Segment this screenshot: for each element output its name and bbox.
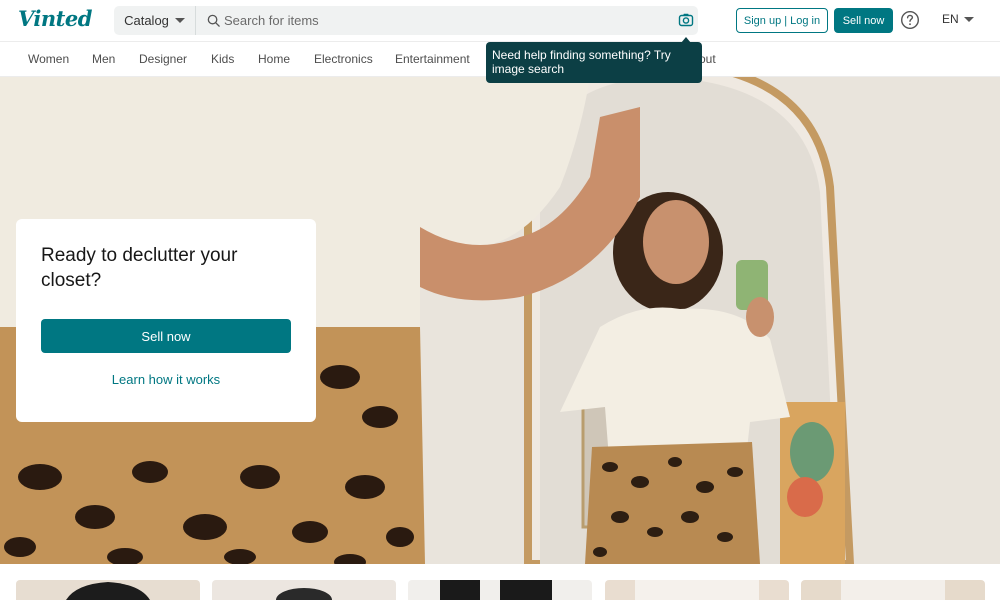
learn-how-it-works-link[interactable]: Learn how it works	[41, 372, 291, 387]
nav-item-kids[interactable]: Kids	[211, 52, 234, 66]
item-image	[841, 580, 945, 600]
search-bar: Catalog	[114, 6, 698, 35]
item-image	[440, 580, 552, 600]
nav-item-electronics[interactable]: Electronics	[314, 52, 373, 66]
search-icon	[207, 14, 220, 27]
header: Vinted Catalog Sign up | Log in Sell now…	[0, 0, 1000, 41]
item-tile[interactable]	[212, 580, 396, 600]
sell-promo-card: Ready to declutter your closet? Sell now…	[16, 219, 316, 422]
item-tile[interactable]	[605, 580, 789, 600]
promo-title: Ready to declutter your closet?	[41, 245, 238, 291]
chevron-down-icon	[963, 16, 974, 22]
item-tile[interactable]	[16, 580, 200, 600]
promo-sell-now-button[interactable]: Sell now	[41, 319, 291, 353]
language-label: EN	[942, 12, 959, 26]
vinted-logo[interactable]: Vinted	[18, 6, 92, 31]
item-image	[635, 580, 759, 600]
catalog-label: Catalog	[124, 13, 169, 28]
language-selector[interactable]: EN	[942, 12, 974, 26]
item-tile[interactable]	[801, 580, 985, 600]
nav-item-women[interactable]: Women	[28, 52, 69, 66]
search-input[interactable]	[222, 6, 662, 35]
nav-item-men[interactable]: Men	[92, 52, 115, 66]
image-search-tooltip: Need help finding something? Try image s…	[486, 42, 702, 83]
nav-item-designer[interactable]: Designer	[139, 52, 187, 66]
nav-item-entertainment[interactable]: Entertainment	[395, 52, 470, 66]
help-icon[interactable]	[900, 10, 920, 30]
catalog-dropdown[interactable]: Catalog	[114, 6, 196, 35]
camera-icon[interactable]	[678, 12, 694, 28]
nav-item-home[interactable]: Home	[258, 52, 290, 66]
chevron-down-icon	[174, 18, 185, 23]
signup-login-button[interactable]: Sign up | Log in	[736, 8, 828, 33]
item-image	[276, 588, 332, 600]
item-image	[66, 582, 150, 600]
item-tiles-row	[0, 564, 1000, 600]
hero-banner: Ready to declutter your closet? Sell now…	[0, 77, 1000, 564]
item-tile[interactable]	[408, 580, 592, 600]
sell-now-button[interactable]: Sell now	[834, 8, 893, 33]
